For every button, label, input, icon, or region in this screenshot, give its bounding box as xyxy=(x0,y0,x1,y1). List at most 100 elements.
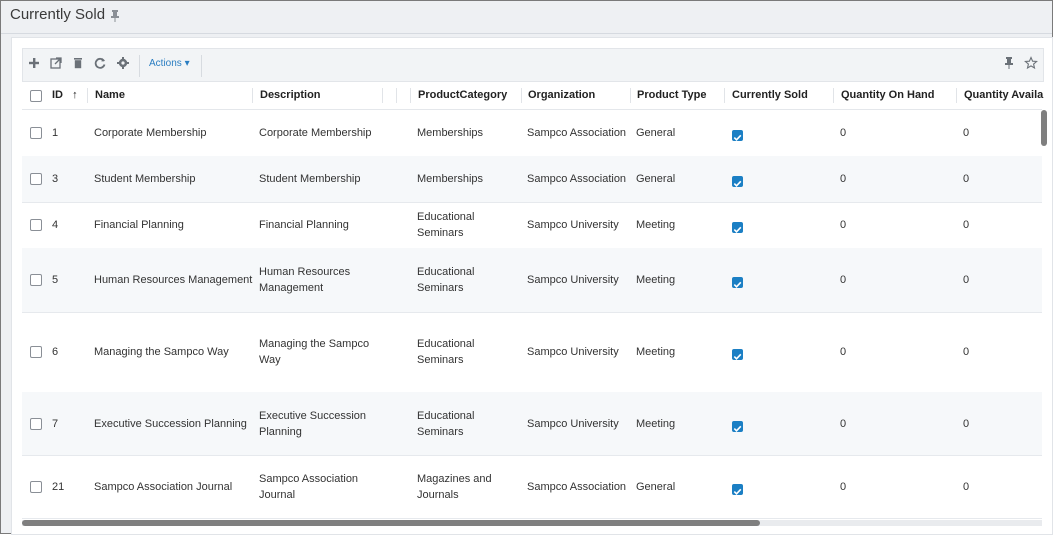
column-divider[interactable] xyxy=(956,88,957,103)
open-external-icon[interactable] xyxy=(49,56,63,70)
cell-organization-text: Sampco University xyxy=(527,219,619,231)
column-divider[interactable] xyxy=(833,88,834,103)
checkmark-icon xyxy=(733,281,742,288)
cell-description: Financial Planning xyxy=(259,202,379,248)
currently-sold-checkbox[interactable] xyxy=(732,349,743,360)
column-header-product-category[interactable]: ProductCategory xyxy=(418,82,522,109)
actions-dropdown[interactable]: Actions ▾ xyxy=(149,58,190,69)
cell-description-text: Management xyxy=(259,282,324,294)
row-select-checkbox[interactable] xyxy=(30,417,42,430)
cell-product-type: General xyxy=(636,110,726,156)
column-divider[interactable] xyxy=(252,88,253,103)
cell-quantity-on-hand: 0 xyxy=(840,156,940,202)
cell-name: Student Membership xyxy=(94,156,254,202)
table-row[interactable]: 1 Corporate Membership Corporate Membershi… xyxy=(22,110,1042,157)
cell-quantity-available-text: 0 xyxy=(963,219,970,231)
grid-panel: Actions ▾ ID ↑ Name Description ProductC… xyxy=(11,37,1053,535)
pin-icon[interactable] xyxy=(1002,56,1016,70)
column-header-organization[interactable]: Organization xyxy=(528,82,628,109)
column-divider[interactable] xyxy=(87,88,88,103)
column-divider[interactable] xyxy=(410,88,411,103)
select-all-checkbox[interactable] xyxy=(30,90,42,102)
page-title: Currently Sold xyxy=(10,6,106,23)
table-row[interactable]: 21 Sampco Association Journal Sampco Assoc… xyxy=(22,455,1042,519)
cell-product-type: Meeting xyxy=(636,312,726,392)
cell-quantity-available-text: 0 xyxy=(963,173,970,185)
currently-sold-checkbox[interactable] xyxy=(732,277,743,288)
toolbar-divider xyxy=(201,55,202,77)
cell-product-type: General xyxy=(636,156,726,202)
cell-product-category: Educational Seminars xyxy=(417,248,521,312)
cell-organization-text: Sampco University xyxy=(527,417,619,430)
cell-product-type-text: General xyxy=(636,173,676,185)
cell-organization-text: Sampco Association xyxy=(527,480,627,493)
cell-product-category-text: Seminars xyxy=(417,354,464,366)
column-divider[interactable] xyxy=(630,88,631,103)
table-row[interactable]: 7 Executive Succession Planning Executive … xyxy=(22,392,1042,456)
table-row[interactable]: 3 Student Membership Student Membership Mem… xyxy=(22,156,1042,203)
star-icon[interactable] xyxy=(1024,56,1038,70)
column-divider[interactable] xyxy=(396,88,397,103)
vertical-scrollbar[interactable] xyxy=(1041,110,1047,146)
column-divider[interactable] xyxy=(382,88,383,103)
delete-icon[interactable] xyxy=(71,56,85,70)
column-header-currently-sold[interactable]: Currently Sold xyxy=(732,82,832,109)
cell-quantity-available-text: 0 xyxy=(963,417,970,430)
column-header-id[interactable]: ID ↑ xyxy=(52,82,86,109)
horizontal-scrollbar[interactable] xyxy=(22,520,760,526)
cell-description-text: Student Membership xyxy=(259,173,361,185)
pin-icon[interactable] xyxy=(109,9,121,23)
column-header-product-type[interactable]: Product Type xyxy=(637,82,727,109)
cell-quantity-on-hand-text: 0 xyxy=(840,173,847,185)
currently-sold-checkbox[interactable] xyxy=(732,222,743,233)
cell-product-type-text: Meeting xyxy=(636,417,676,430)
cell-description-text: Managing the Sampco xyxy=(259,338,370,350)
column-divider[interactable] xyxy=(724,88,725,103)
cell-organization: Sampco University xyxy=(527,202,631,248)
cell-quantity-available: 0 xyxy=(963,202,1041,248)
column-header-quantity-available[interactable]: Quantity Availab xyxy=(964,82,1044,109)
column-header-description[interactable]: Description xyxy=(260,82,380,109)
cell-product-type: Meeting xyxy=(636,202,726,248)
table-row[interactable]: 5 Human Resources Management Human Resourc… xyxy=(22,248,1042,313)
cell-name-text: Corporate Membership xyxy=(94,127,207,139)
actions-label: Actions xyxy=(149,58,182,69)
checkmark-icon xyxy=(733,134,742,141)
row-select-checkbox[interactable] xyxy=(30,346,42,358)
cell-id-text: 5 xyxy=(52,274,59,286)
cell-product-category: Memberships xyxy=(417,156,521,202)
column-header-quantity-on-hand[interactable]: Quantity On Hand xyxy=(841,82,951,109)
toolbar-divider xyxy=(139,55,140,77)
settings-icon[interactable] xyxy=(116,56,130,70)
add-icon[interactable] xyxy=(27,56,41,70)
currently-sold-checkbox[interactable] xyxy=(732,176,743,187)
cell-product-type-text: Meeting xyxy=(636,219,676,231)
row-select-checkbox[interactable] xyxy=(30,173,42,185)
cell-name: Executive Succession Planning xyxy=(94,392,254,455)
cell-description-text: Financial Planning xyxy=(259,219,349,231)
currently-sold-checkbox[interactable] xyxy=(732,420,743,432)
row-select-checkbox[interactable] xyxy=(30,274,42,286)
table-row[interactable]: 6 Managing the Sampco Way Managing the Sam… xyxy=(22,312,1042,393)
column-divider[interactable] xyxy=(521,88,522,103)
row-select-checkbox[interactable] xyxy=(30,480,42,493)
cell-product-category: Educational Seminars xyxy=(417,202,521,248)
cell-quantity-available: 0 xyxy=(963,156,1041,202)
cell-product-category-text: Memberships xyxy=(417,173,484,185)
column-header-name[interactable]: Name xyxy=(95,82,255,109)
cell-quantity-on-hand: 0 xyxy=(840,392,940,455)
cell-quantity-available-text: 0 xyxy=(963,480,970,493)
cell-product-type: Meeting xyxy=(636,392,726,455)
cell-product-category-text: Educational xyxy=(417,266,475,278)
cell-product-category: Magazines and Journals xyxy=(417,455,521,518)
currently-sold-checkbox[interactable] xyxy=(732,130,743,141)
row-select-checkbox[interactable] xyxy=(30,219,42,231)
currently-sold-checkbox[interactable] xyxy=(732,483,743,495)
table-row[interactable]: 4 Financial Planning Financial Planning Edu… xyxy=(22,202,1042,249)
checkmark-icon xyxy=(733,488,742,495)
refresh-icon[interactable] xyxy=(93,56,107,70)
row-select-checkbox[interactable] xyxy=(30,127,42,139)
cell-id: 6 xyxy=(52,312,86,392)
cell-id-text: 7 xyxy=(52,417,59,430)
cell-name-text: Financial Planning xyxy=(94,219,184,231)
